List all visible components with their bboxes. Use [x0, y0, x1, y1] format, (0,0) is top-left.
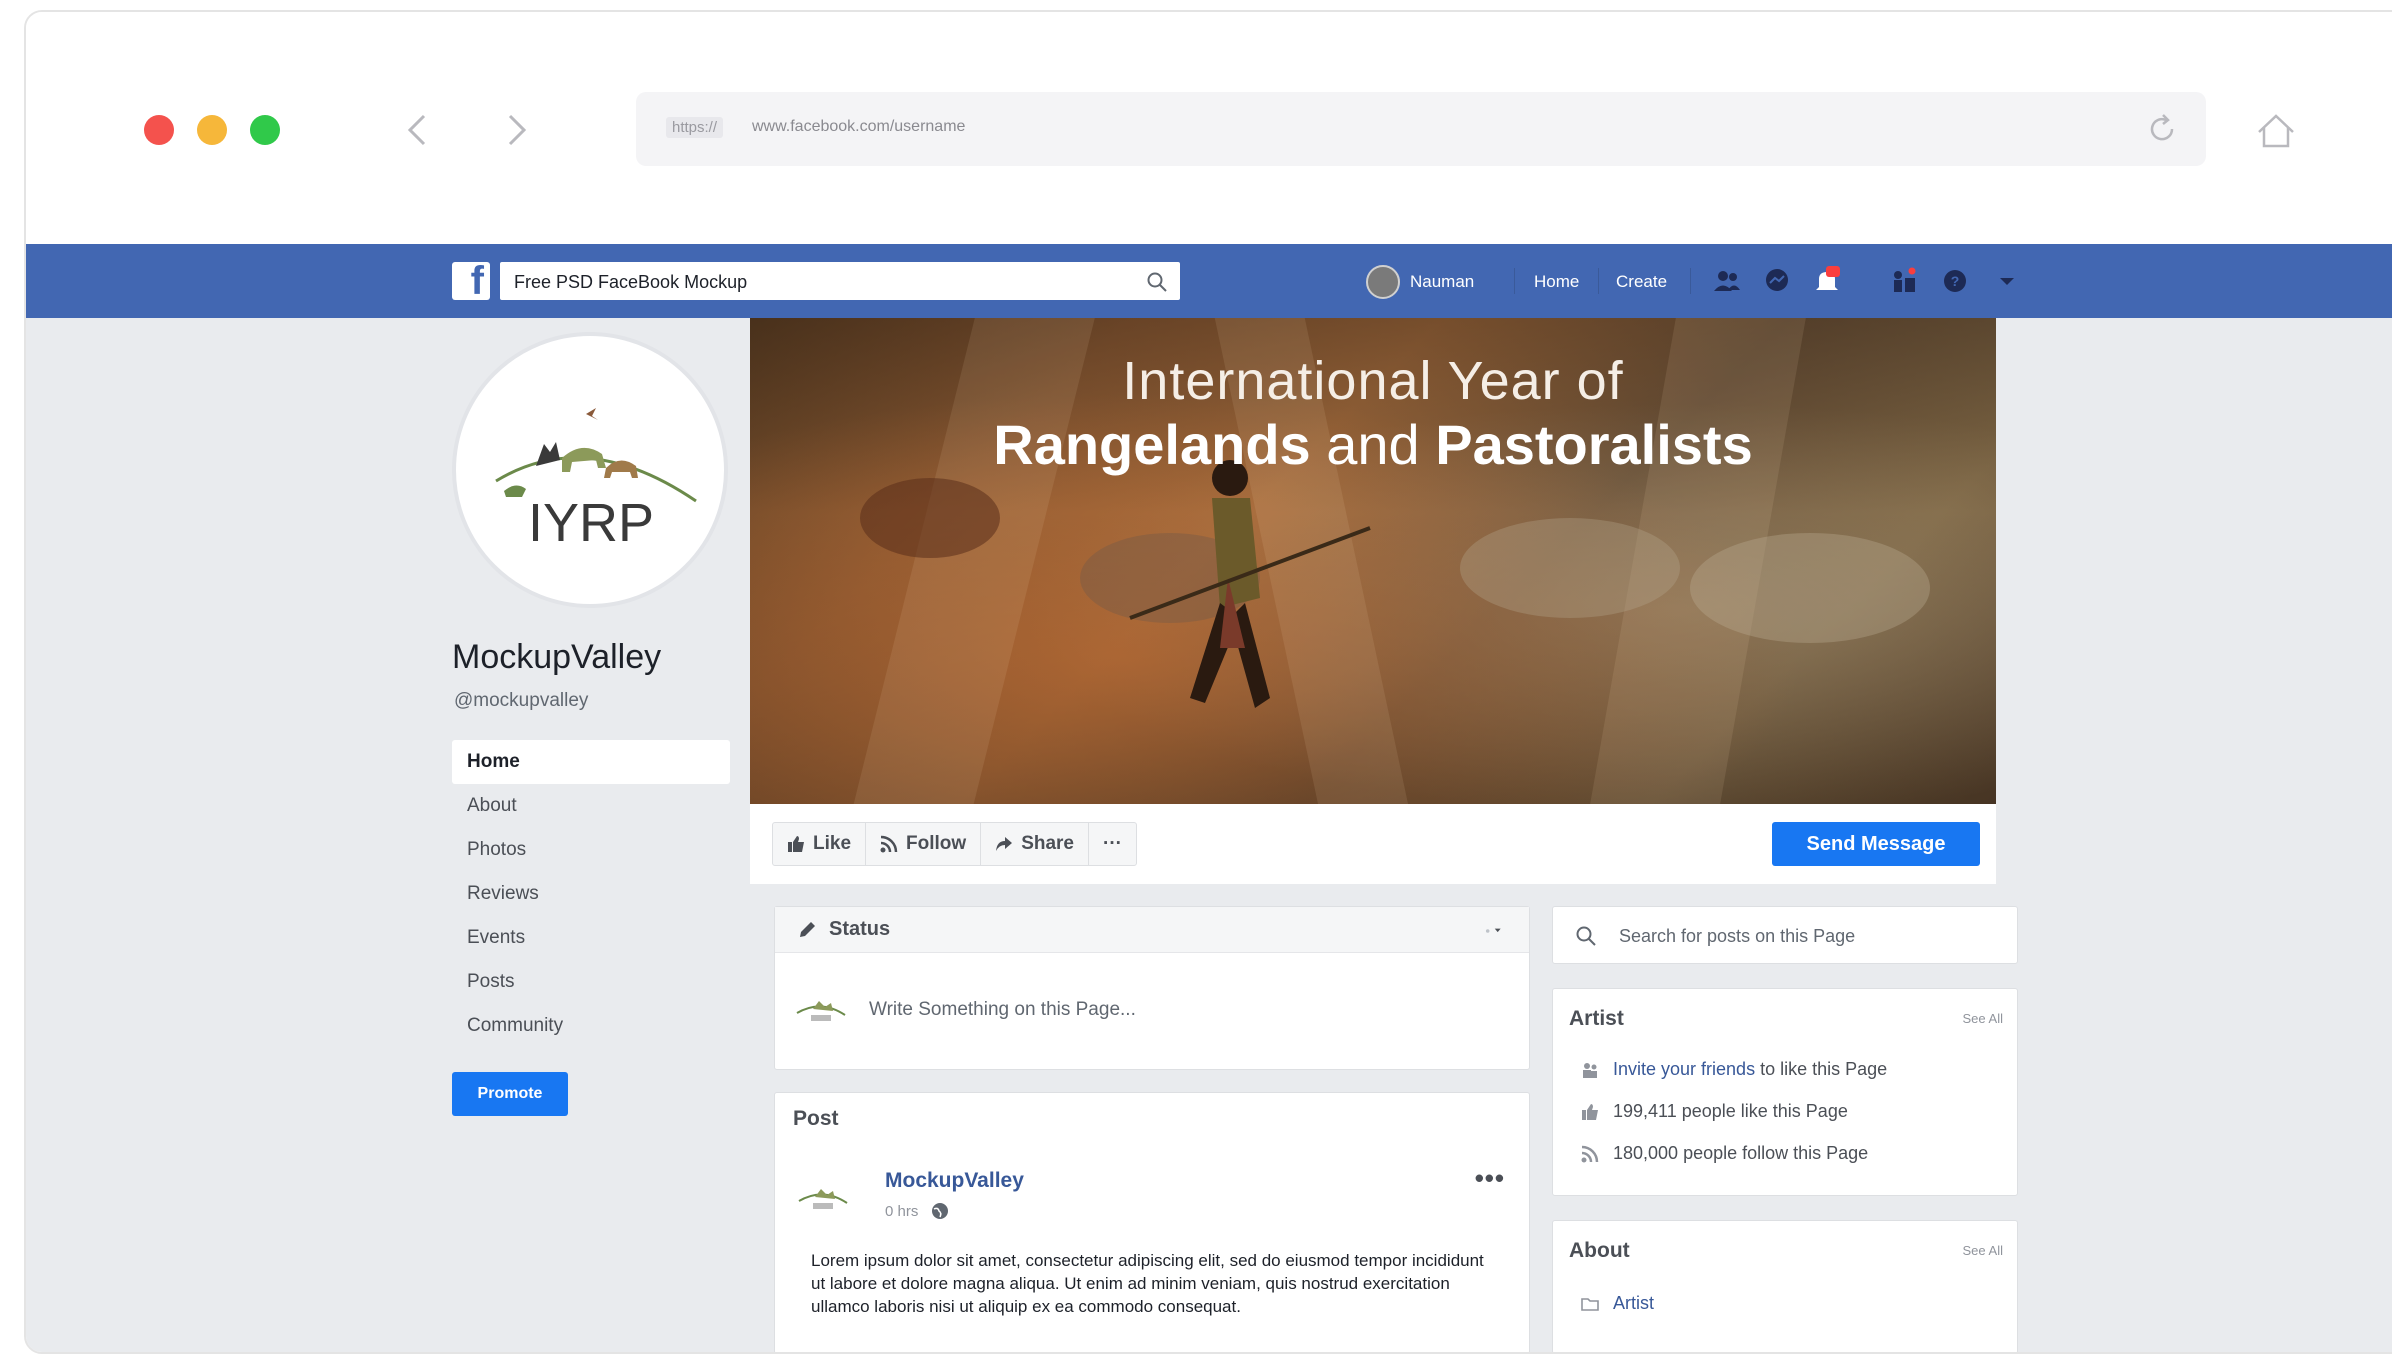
share-arrow-icon	[996, 837, 1013, 851]
thumbs-up-icon	[1582, 1103, 1598, 1120]
status-composer: Status Write Something on this Page...	[774, 906, 1530, 1070]
divider	[1690, 268, 1691, 294]
profile-name: Nauman	[1410, 272, 1475, 291]
about-see-all-link[interactable]: See All	[1963, 1243, 2003, 1258]
status-placeholder: Write Something on this Page...	[869, 999, 1136, 1020]
rss-icon	[1581, 1145, 1599, 1162]
artist-info-card: Artist See All Invite your friends to li…	[1552, 988, 2018, 1196]
forward-button[interactable]	[496, 110, 536, 150]
artist-card-title: Artist	[1569, 1007, 1624, 1030]
page-actions-bar: Like Follow Share ··· Send Message	[750, 804, 1996, 884]
cover-heading-line1: International Year of	[1122, 351, 1624, 411]
maximize-window-button[interactable]	[250, 115, 280, 145]
post-body: Lorem ipsum dolor sit amet, consectetur …	[811, 1251, 1484, 1316]
status-input[interactable]: Write Something on this Page...	[775, 953, 1529, 1069]
facebook-top-bar: f Free PSD FaceBook Mockup Nauman Home C…	[26, 244, 2392, 318]
search-placeholder: Search for posts on this Page	[1619, 926, 1856, 946]
friends-icon[interactable]	[1712, 266, 1742, 296]
messenger-icon[interactable]	[1762, 266, 1792, 296]
search-icon	[1576, 926, 1596, 946]
minimize-window-button[interactable]	[197, 115, 227, 145]
pencil-icon	[800, 921, 815, 937]
chevron-left-icon	[407, 114, 426, 146]
svg-text:?: ?	[1951, 273, 1960, 289]
page-nav: Home About Photos Reviews Events Posts C…	[452, 740, 730, 1048]
category-row: Artist	[1581, 1293, 1654, 1314]
close-window-button[interactable]	[144, 115, 174, 145]
iyrp-logo: IYRP	[495, 408, 697, 553]
send-message-button[interactable]: Send Message	[1772, 822, 1980, 866]
page-avatar-icon	[796, 1001, 846, 1021]
nav-item-events[interactable]: Events	[452, 916, 730, 960]
cover-heading-line2: Rangelands and Pastoralists	[993, 413, 1753, 476]
address-bar[interactable]: https:// www.facebook.com/username	[636, 92, 2206, 166]
page-profile-picture[interactable]: IYRP	[452, 332, 728, 608]
chevron-right-icon	[508, 114, 527, 146]
url-protocol: https://	[666, 117, 724, 138]
post-timestamp[interactable]: 0 hrs	[885, 1201, 950, 1221]
nav-item-home[interactable]: Home	[452, 740, 730, 784]
post-options-button[interactable]: •••	[1475, 1163, 1505, 1194]
category-link[interactable]: Artist	[1613, 1293, 1654, 1314]
account-menu-icon[interactable]	[1992, 266, 2022, 296]
help-icon[interactable]: ?	[1940, 266, 1970, 296]
artist-see-all-link[interactable]: See All	[1963, 1011, 2003, 1026]
promote-button[interactable]: Promote	[452, 1072, 568, 1116]
more-actions-button[interactable]: ···	[1089, 823, 1136, 865]
post-card: Post MockupValley 0 hrs ••• Lorem ipsum …	[774, 1092, 1530, 1352]
like-button[interactable]: Like	[773, 823, 867, 865]
search-icon[interactable]	[1146, 271, 1168, 293]
invite-friends-link[interactable]: Invite your friends	[1613, 1059, 1755, 1079]
cover-photo[interactable]: International Year of Rangelands and Pas…	[750, 318, 1996, 804]
logo-text: IYRP	[528, 493, 654, 553]
nav-item-community[interactable]: Community	[452, 1004, 730, 1048]
invite-friends-row: Invite your friends to like this Page	[1581, 1059, 1887, 1080]
divider	[1514, 268, 1515, 294]
about-info-card: About See All Artist	[1552, 1220, 2018, 1352]
browser-window: https:// www.facebook.com/username f Fre…	[24, 10, 2392, 1354]
facebook-search-value: Free PSD FaceBook Mockup	[514, 272, 748, 292]
profile-link[interactable]: Nauman	[1366, 264, 1474, 300]
home-link[interactable]: Home	[1534, 272, 1579, 292]
facebook-logo[interactable]: f	[452, 259, 490, 303]
home-icon[interactable]	[2254, 110, 2298, 154]
friends-icon	[1583, 1062, 1597, 1078]
page-post-search[interactable]: Search for posts on this Page	[1552, 906, 2018, 964]
nav-item-reviews[interactable]: Reviews	[452, 872, 730, 916]
thumbs-up-icon	[788, 836, 804, 852]
create-link[interactable]: Create	[1616, 272, 1667, 292]
folder-icon	[1581, 1297, 1599, 1311]
facebook-search-input[interactable]: Free PSD FaceBook Mockup	[500, 262, 1180, 300]
rss-icon	[880, 835, 898, 853]
status-tab[interactable]: Status	[775, 907, 1529, 953]
audience-dropdown-icon[interactable]	[1483, 921, 1503, 941]
url-text: www.facebook.com/username	[752, 118, 966, 135]
page-title: MockupValley	[452, 638, 662, 676]
action-button-group: Like Follow Share ···	[772, 822, 1137, 866]
nav-item-about[interactable]: About	[452, 784, 730, 828]
globe-icon	[932, 1203, 949, 1219]
post-author-avatar[interactable]	[797, 1181, 849, 1215]
post-author-link[interactable]: MockupValley	[885, 1169, 1024, 1193]
notifications-icon[interactable]	[1812, 266, 1842, 296]
follow-button[interactable]: Follow	[866, 823, 982, 865]
about-card-title: About	[1569, 1239, 1630, 1262]
nav-item-photos[interactable]: Photos	[452, 828, 730, 872]
nav-item-posts[interactable]: Posts	[452, 960, 730, 1004]
follows-count-row: 180,000 people follow this Page	[1581, 1143, 1868, 1164]
divider	[1598, 268, 1599, 294]
browser-chrome: https:// www.facebook.com/username	[26, 12, 2392, 244]
reload-icon[interactable]	[2142, 109, 2182, 149]
back-button[interactable]	[398, 110, 438, 150]
page-username: @mockupvalley	[454, 690, 589, 711]
avatar	[1366, 265, 1400, 299]
post-section-title: Post	[793, 1107, 839, 1130]
likes-count-row: 199,411 people like this Page	[1581, 1101, 1848, 1122]
share-button[interactable]: Share	[981, 823, 1089, 865]
find-friends-icon[interactable]	[1888, 266, 1918, 296]
